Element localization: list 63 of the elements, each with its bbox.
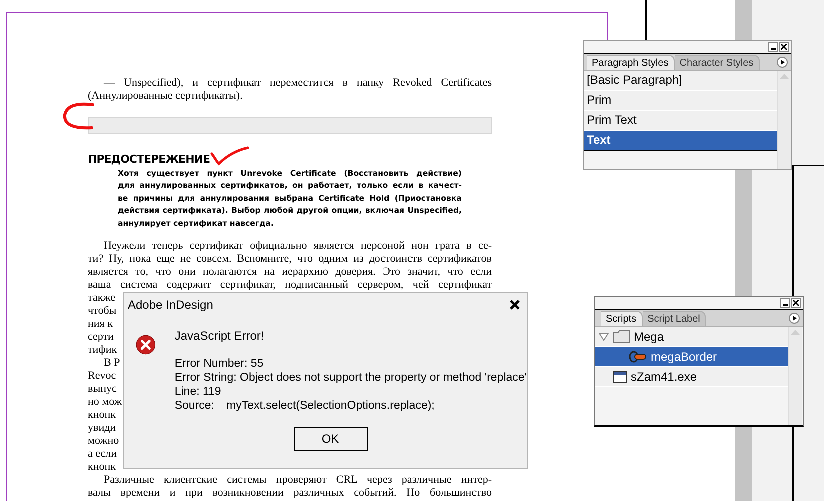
close-button[interactable] (779, 42, 789, 52)
play-icon (780, 60, 784, 65)
text-line: но мож (88, 396, 122, 410)
panel-menu-button[interactable] (777, 57, 788, 68)
scroll-up-icon (780, 74, 789, 79)
text-line: серти (88, 331, 114, 344)
ok-button[interactable]: OK (294, 427, 368, 451)
scroll-up-icon (791, 330, 800, 335)
text-line: тифик (88, 344, 118, 358)
text-line: ти? Ну, пока еще не совсем. Вспомните, что одним из достоинств сертификатов (88, 253, 492, 266)
error-heading: JavaScript Error! (174, 329, 264, 343)
text-line: чтобы (88, 305, 117, 318)
minimize-button[interactable] (780, 298, 790, 308)
text-line: увиди (88, 422, 116, 436)
error-detail: Line: 119 (174, 385, 222, 399)
panel-menu-button[interactable] (789, 313, 800, 324)
text-line: можно (88, 435, 120, 448)
panel-tab[interactable]: Paragraph Styles (587, 55, 675, 70)
minimize-button[interactable] (768, 42, 778, 52)
style-list-item[interactable]: Text (584, 131, 777, 151)
bracket-mark-drawing (62, 102, 94, 132)
text-line: валы времени и при возникновении различных событий. Но большинство (88, 487, 492, 500)
scrollbar[interactable] (788, 327, 802, 425)
close-icon (781, 44, 787, 50)
panel-tab[interactable]: Character Styles (674, 55, 760, 70)
close-icon (793, 300, 799, 306)
style-list-item[interactable]: Prim Text (584, 111, 777, 131)
style-list-item[interactable]: Prim (584, 91, 777, 111)
text-line: кнопк (88, 409, 116, 422)
text-line: В Р (103, 357, 120, 370)
text-line: Неужели теперь сертификат официально является персоной нон грата в се- (103, 240, 492, 254)
application-icon (613, 370, 627, 382)
panel-tab[interactable]: Script Label (642, 311, 706, 326)
script-icon (629, 350, 647, 362)
close-icon (510, 300, 520, 310)
text-line: Различные клиентские системы проверяют CRL через различные интер- (103, 474, 492, 488)
style-list-item[interactable]: [Basic Paragraph] (584, 71, 777, 91)
error-detail: Error Number: 55 (174, 357, 264, 371)
scrollbar[interactable] (777, 71, 791, 169)
script-tree-item[interactable]: megaBorder (595, 347, 788, 367)
text-line: также (88, 292, 116, 306)
text-line: выпус (88, 383, 117, 396)
text-line: а если (88, 448, 118, 462)
close-button[interactable] (791, 298, 801, 308)
panel-tab[interactable]: Scripts (601, 311, 643, 326)
text-line: Revoc (88, 370, 116, 384)
check-mark-drawing (210, 146, 250, 166)
text-line: (Аннулированные сертификаты). (88, 90, 243, 103)
text-line: ваша система содержит сертификат, подписанный сервером, чей сертификат (88, 279, 492, 292)
folder-icon (613, 330, 630, 343)
text-line: является то, что они полагаются на иерархию доверия. Это значит, что если (88, 266, 492, 280)
text-line: ния к (88, 318, 113, 332)
expand-triangle-icon[interactable] (599, 332, 609, 340)
text-line: — Unspecified), и сертификат переместится в папку Revoked Certificates (103, 77, 492, 90)
text-line: кнопк (88, 461, 116, 474)
error-detail: Error String: Object does not support the property or method 'replace' (174, 371, 527, 385)
source-code: myText.select(SelectionOptions.replace); (226, 399, 435, 413)
source-label: Source: (174, 399, 214, 413)
script-tree-item[interactable]: sZam41.exe (595, 367, 788, 387)
section-heading: ПРЕДОСТЕРЕЖЕНИЕ (88, 152, 210, 168)
dialog-title: Adobe InDesign (128, 297, 214, 314)
script-tree-item[interactable]: Mega (595, 327, 788, 347)
close-button[interactable] (509, 299, 521, 311)
